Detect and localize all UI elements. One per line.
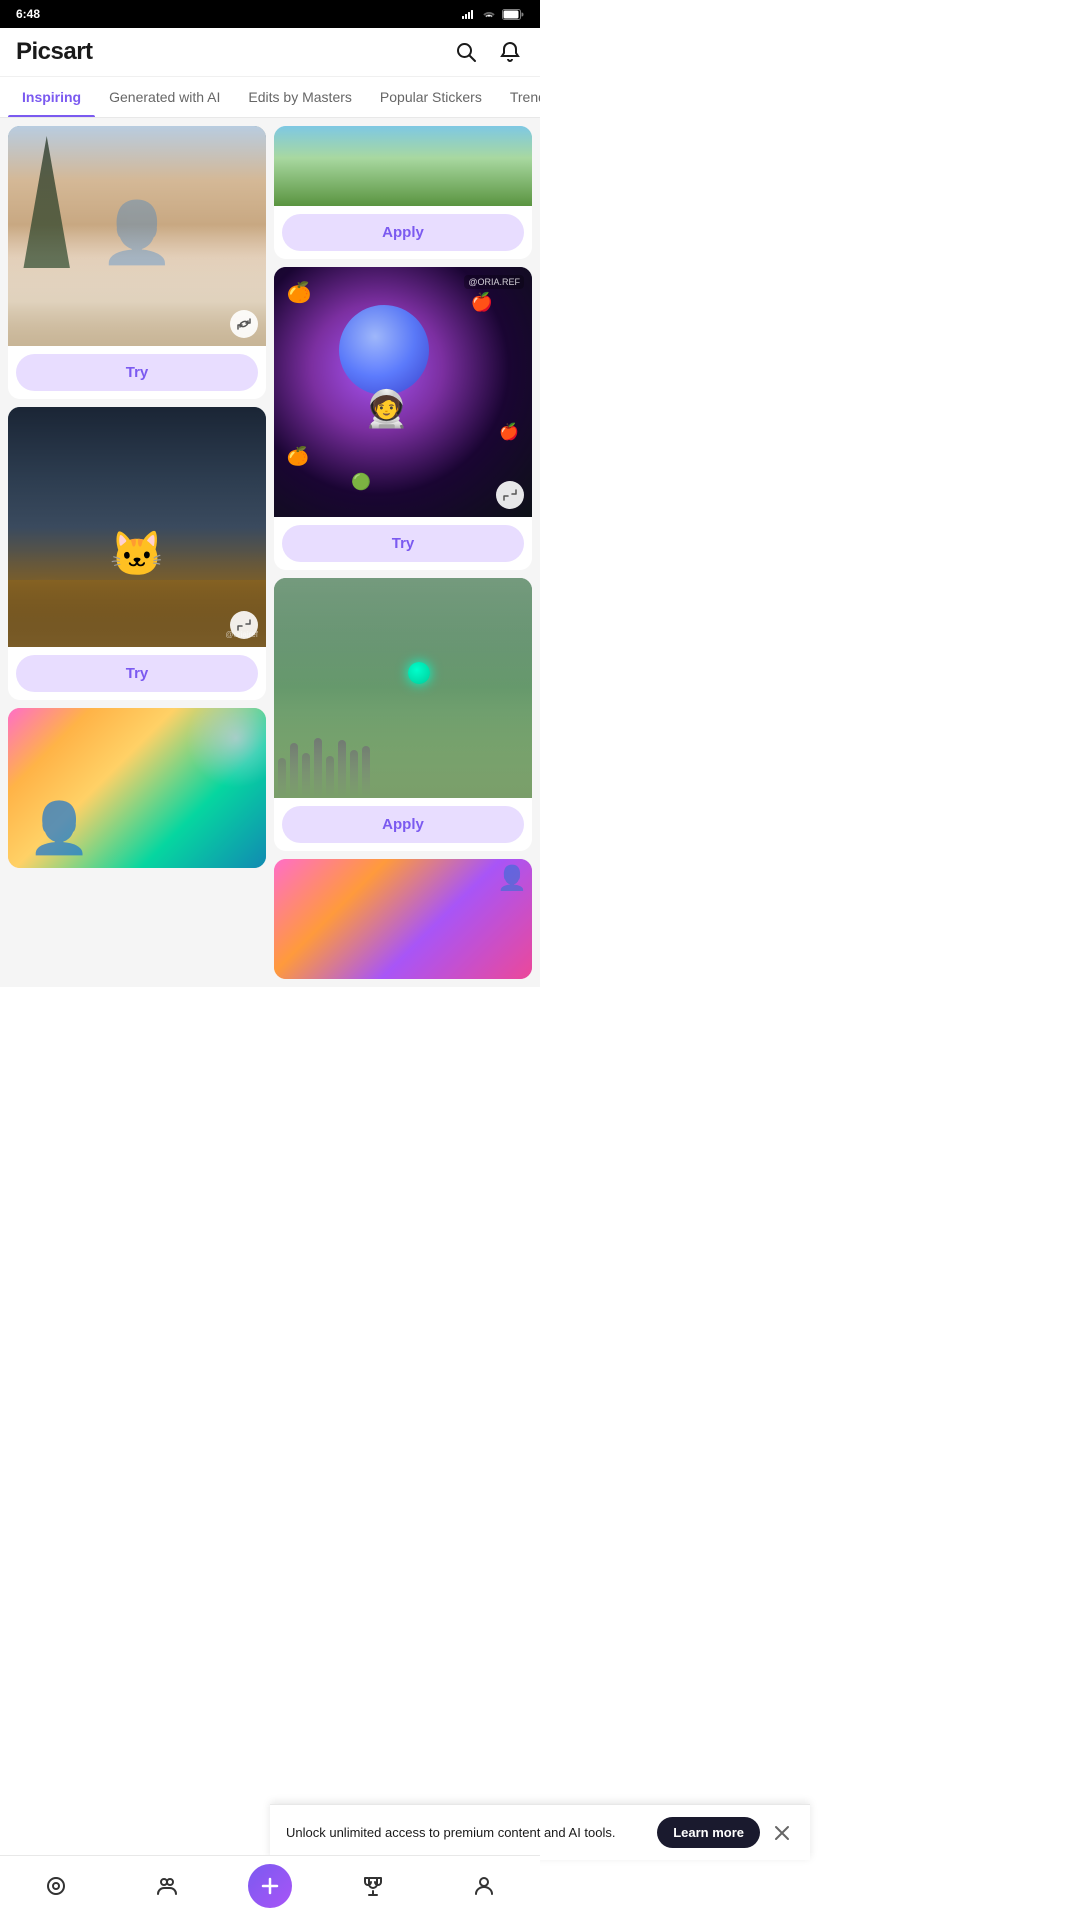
card-meadow: Apply xyxy=(274,578,532,851)
bell-icon xyxy=(499,41,521,63)
status-bar: 6:48 xyxy=(0,0,540,28)
status-icons xyxy=(462,9,524,20)
tab-navigation: Inspiring Generated with AI Edits by Mas… xyxy=(0,77,540,118)
image-woman[interactable] xyxy=(8,126,266,346)
refresh-icon-cat xyxy=(237,618,251,632)
nav-community[interactable] xyxy=(137,1868,197,1904)
nav-home[interactable] xyxy=(26,1868,86,1904)
refresh-icon-space xyxy=(503,488,517,502)
left-column: Try 🐱 @oriajref Tr xyxy=(8,126,266,979)
community-icon xyxy=(155,1874,179,1898)
image-field-top[interactable] xyxy=(274,126,532,206)
image-pink-bottom[interactable]: 👤 xyxy=(274,859,532,979)
nav-challenges[interactable] xyxy=(343,1868,403,1904)
add-icon xyxy=(258,1874,282,1898)
tab-trending[interactable]: Trending xyxy=(496,77,540,117)
battery-icon xyxy=(502,9,524,20)
premium-banner: Unlock unlimited access to premium conte… xyxy=(270,1804,810,1860)
app-logo: Picsart xyxy=(16,38,93,66)
refresh-overlay-cat[interactable] xyxy=(230,611,258,639)
try-button-space[interactable]: Try xyxy=(282,525,524,562)
tab-inspiring[interactable]: Inspiring xyxy=(8,77,95,117)
profile-icon xyxy=(472,1874,496,1898)
notification-button[interactable] xyxy=(496,38,524,66)
search-icon xyxy=(455,41,477,63)
try-button-cat[interactable]: Try xyxy=(16,655,258,692)
image-space[interactable]: 🍊 🍎 🍎 🍊 🟢 🧑‍🚀 @ORIA.REF xyxy=(274,267,532,517)
space-watermark: @ORIA.REF xyxy=(464,275,524,289)
header-icons xyxy=(452,38,524,66)
card-pink-bottom: 👤 xyxy=(274,859,532,979)
status-time: 6:48 xyxy=(16,7,40,21)
apply-button-field[interactable]: Apply xyxy=(282,214,524,251)
banner-actions: Learn more xyxy=(657,1817,794,1848)
tab-generated-ai[interactable]: Generated with AI xyxy=(95,77,234,117)
trophy-icon xyxy=(361,1874,385,1898)
try-button-woman[interactable]: Try xyxy=(16,354,258,391)
green-ball xyxy=(408,662,430,684)
content-grid: Try 🐱 @oriajref Tr xyxy=(0,118,540,987)
refresh-icon xyxy=(237,317,251,331)
image-abstract[interactable]: 👤 xyxy=(8,708,266,868)
refresh-overlay-space[interactable] xyxy=(496,481,524,509)
card-space: 🍊 🍎 🍎 🍊 🟢 🧑‍🚀 @ORIA.REF Try xyxy=(274,267,532,570)
home-icon xyxy=(44,1874,68,1898)
card-woman: Try xyxy=(8,126,266,399)
bottom-navigation xyxy=(0,1855,540,1920)
app-header: Picsart xyxy=(0,28,540,77)
card-cat: 🐱 @oriajref Try xyxy=(8,407,266,700)
learn-more-button[interactable]: Learn more xyxy=(657,1817,760,1848)
close-banner-button[interactable] xyxy=(770,1821,794,1845)
search-button[interactable] xyxy=(452,38,480,66)
card-abstract: 👤 xyxy=(8,708,266,868)
card-field-top: Apply xyxy=(274,126,532,259)
wifi-icon xyxy=(482,9,496,19)
signal-icon xyxy=(462,9,476,19)
nav-profile[interactable] xyxy=(454,1868,514,1904)
apply-button-meadow[interactable]: Apply xyxy=(282,806,524,843)
tab-edits-masters[interactable]: Edits by Masters xyxy=(234,77,365,117)
tab-popular-stickers[interactable]: Popular Stickers xyxy=(366,77,496,117)
image-meadow[interactable] xyxy=(274,578,532,798)
banner-text: Unlock unlimited access to premium conte… xyxy=(286,1825,657,1840)
right-column: Apply 🍊 🍎 🍎 🍊 🟢 🧑‍🚀 @ORIA.REF xyxy=(274,126,532,979)
image-cat[interactable]: 🐱 @oriajref xyxy=(8,407,266,647)
nav-add-button[interactable] xyxy=(248,1864,292,1908)
refresh-overlay-woman[interactable] xyxy=(230,310,258,338)
close-icon xyxy=(774,1825,790,1841)
